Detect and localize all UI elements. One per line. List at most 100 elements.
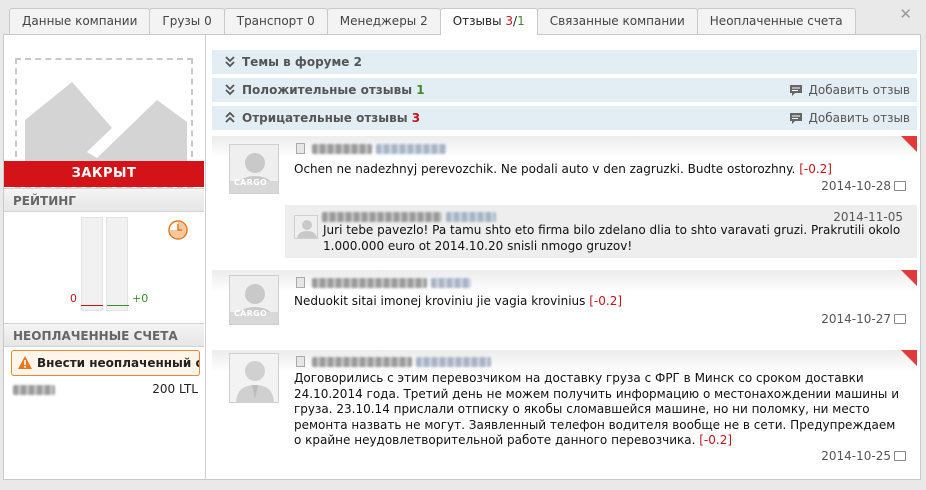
avatar-tag: CARGO (234, 309, 268, 318)
company-sidebar: ЗАКРЫТ РЕЙТИНГ 0 +0 НЕОПЛАЧЕННЫЕ СЧЕТА В… (4, 35, 206, 479)
blurred-author-name (312, 143, 372, 154)
review-date: 2014-10-25 (821, 449, 906, 463)
rating-bar-positive (106, 217, 128, 311)
review-body: Договорились с этим перевозчиком на дост… (294, 371, 899, 447)
add-review-label: Добавить отзыв (808, 83, 910, 97)
blurred-creditor-name (13, 384, 55, 395)
tab-company-data[interactable]: Данные компании (9, 8, 151, 34)
avatar: CARGO (229, 275, 279, 325)
add-review-label: Добавить отзыв (808, 111, 910, 125)
section-count: 2 (353, 55, 362, 69)
rating-negative-value: 0 (70, 292, 77, 305)
review-date-text: 2014-10-27 (821, 312, 891, 326)
rating-bar-negative (81, 217, 103, 311)
rating-negative-line (81, 305, 103, 306)
document-icon (296, 143, 305, 154)
tab-positive-count: 1 (517, 14, 525, 28)
content-panel: ЗАКРЫТ РЕЙТИНГ 0 +0 НЕОПЛАЧЕННЫЕ СЧЕТА В… (3, 34, 921, 480)
status-badge: ЗАКРЫТ (4, 161, 204, 187)
tab-label: Данные компании (22, 14, 138, 28)
section-count: 1 (416, 83, 425, 97)
reply-author[interactable] (322, 209, 496, 223)
tab-label: Отзывы (452, 14, 506, 28)
avatar-tag: CARGO (234, 178, 268, 187)
section-negative-reviews[interactable]: Отрицательные отзывы 3 Добавить отзыв (212, 106, 917, 130)
review-text: Ochen ne nadezhnyj perevozchik. Ne podal… (294, 162, 906, 178)
review-score: [-0.2] (799, 162, 832, 176)
review-date: 2014-10-28 (821, 179, 906, 193)
comment-icon (789, 113, 802, 124)
blurred-author-name (322, 211, 442, 222)
chevron-double-down-icon (225, 56, 235, 68)
blurred-company-name (375, 143, 446, 154)
tab-managers[interactable]: Менеджеры 2 (326, 8, 441, 34)
review-author[interactable] (296, 141, 446, 155)
comment-icon[interactable] (894, 181, 906, 191)
blurred-author-name (312, 277, 427, 288)
review-body: Neduokit sitai imonej kroviniu jie vagia… (294, 294, 590, 308)
tab-label: Грузы 0 (162, 14, 212, 28)
warning-icon (18, 356, 32, 369)
section-count: 3 (411, 111, 421, 125)
comment-icon[interactable] (894, 451, 906, 461)
clock-icon (168, 220, 188, 240)
add-negative-review-button[interactable]: Добавить отзыв (789, 106, 910, 130)
review-author[interactable] (296, 354, 491, 368)
section-label: Отрицательные отзывы (242, 111, 412, 125)
review-body: Ochen ne nadezhnyj perevozchik. Ne podal… (294, 162, 800, 176)
add-positive-review-button[interactable]: Добавить отзыв (789, 78, 910, 102)
tab-transport[interactable]: Транспорт 0 (223, 8, 328, 34)
tab-related-companies[interactable]: Связанные компании (536, 8, 698, 34)
review-item: CARGO Ochen ne nadezhnyj perevozchik. Ne… (212, 136, 917, 266)
comment-icon[interactable] (894, 314, 906, 324)
tab-label: Транспорт 0 (236, 14, 315, 28)
review-date-text: 2014-10-25 (821, 449, 891, 463)
avatar: CARGO (229, 144, 279, 194)
reply-text: Juri tebe pavezlo! Pa tamu shto eto firm… (323, 223, 901, 253)
reviews-area: Темы в форуме 2 Положительные отзывы 1 Д… (212, 50, 917, 478)
tab-reviews[interactable]: Отзывы 3/1 (439, 8, 538, 35)
user-silhouette-icon (295, 216, 317, 238)
chevron-double-down-icon (225, 84, 235, 96)
section-positive-reviews[interactable]: Положительные отзывы 1 Добавить отзыв (212, 78, 917, 102)
avatar (294, 215, 318, 239)
blurred-company-name (445, 211, 496, 222)
review-date-text: 2014-10-28 (821, 179, 891, 193)
review-date: 2014-10-27 (821, 312, 906, 326)
negative-flag-icon (901, 136, 917, 152)
debt-amount: 200 LTL (152, 382, 198, 396)
review-item: Договорились с этим перевозчиком на дост… (212, 350, 917, 478)
company-dialog: Данные компании Грузы 0 Транспорт 0 Мене… (0, 0, 926, 490)
blurred-company-name (430, 277, 471, 288)
tab-label: Связанные компании (549, 14, 685, 28)
review-score: [-0.2] (589, 294, 623, 308)
blurred-company-name (415, 356, 491, 367)
review-item: CARGO Neduokit sitai imonej kroviniu jie… (212, 270, 917, 347)
tab-unpaid-invoices[interactable]: Неоплаченные счета (696, 8, 856, 34)
add-unpaid-invoice-label: Внести неоплаченный счёт (37, 356, 199, 370)
avatar (229, 353, 279, 403)
tab-cargo[interactable]: Грузы 0 (149, 8, 225, 34)
review-reply: 2014-11-05 Juri tebe pavezlo! Pa tamu sh… (285, 205, 917, 258)
blurred-author-name (312, 356, 412, 367)
section-label: Положительные отзывы (242, 83, 417, 97)
rating-positive-value: +0 (132, 292, 149, 305)
unpaid-invoice-row: 200 LTL (13, 382, 198, 398)
user-silhouette-icon (230, 354, 278, 402)
close-icon[interactable]: ✕ (899, 6, 912, 22)
section-label: Темы в форуме (242, 55, 354, 69)
review-score: [-0.2] (699, 433, 733, 447)
tab-negative-count: 3 (505, 14, 514, 28)
comment-icon (789, 85, 802, 96)
tab-label: Менеджеры 2 (339, 14, 428, 28)
review-text: Договорились с этим перевозчиком на дост… (294, 371, 906, 449)
unpaid-invoices-title: НЕОПЛАЧЕННЫЕ СЧЕТА (4, 323, 204, 347)
document-icon (296, 356, 305, 367)
negative-flag-icon (901, 270, 917, 286)
chevron-double-up-icon (225, 112, 235, 123)
review-author[interactable] (296, 275, 471, 289)
add-unpaid-invoice-button[interactable]: Внести неоплаченный счёт (11, 350, 200, 376)
negative-flag-icon (901, 350, 917, 366)
tab-bar: Данные компании Грузы 0 Транспорт 0 Мене… (9, 8, 856, 35)
section-forum-topics[interactable]: Темы в форуме 2 (212, 50, 917, 74)
